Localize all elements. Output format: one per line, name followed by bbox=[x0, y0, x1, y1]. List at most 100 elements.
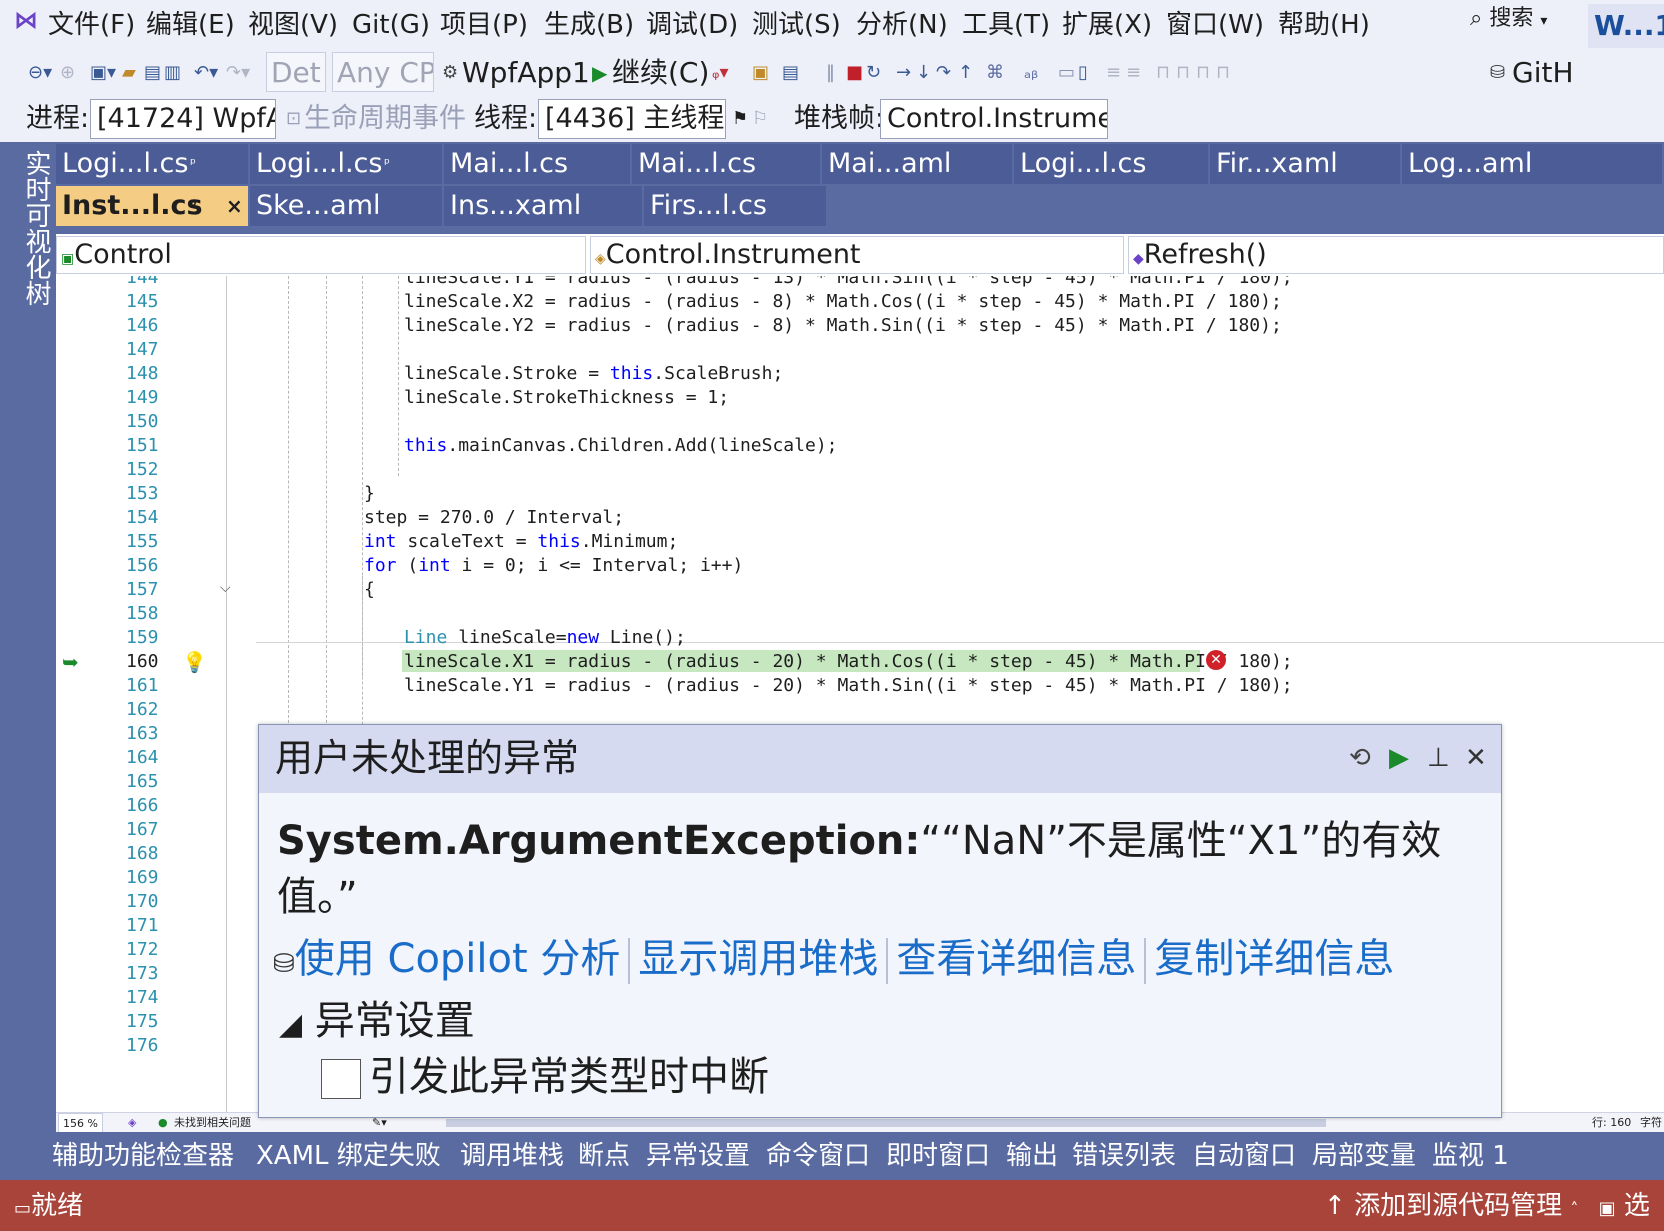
step-over-icon[interactable]: ↷ bbox=[936, 60, 951, 86]
pin-icon[interactable]: ᵖ bbox=[190, 144, 196, 184]
clear-bookmark-icon[interactable]: ⊓ bbox=[1216, 60, 1230, 86]
tab-inst-active[interactable]: Inst...l.cs ᵖ × bbox=[56, 186, 250, 226]
exceptions-icon[interactable]: ⌘ bbox=[986, 60, 1004, 86]
format-selection-icon[interactable]: ▯ bbox=[1078, 60, 1088, 86]
search-box[interactable]: ⌕ 搜索 ▾ bbox=[1470, 4, 1547, 36]
analyze-with-copilot-link[interactable]: 使用 Copilot 分析 bbox=[295, 936, 621, 982]
next-bookmark-icon[interactable]: ⊓ bbox=[1196, 60, 1210, 86]
error-icon[interactable]: ✕ bbox=[1206, 650, 1226, 670]
pin-icon[interactable]: ⊥ bbox=[1427, 743, 1450, 773]
tab-xaml-binding-failures[interactable]: XAML 绑定失败 bbox=[256, 1138, 441, 1174]
menu-build[interactable]: 生成(B) bbox=[544, 8, 634, 42]
lightbulb-icon[interactable]: 💡 bbox=[182, 650, 207, 674]
tab-mai-2[interactable]: Mai...l.cs bbox=[632, 144, 822, 184]
vs-logo-icon[interactable]: ⋈ bbox=[14, 6, 42, 34]
new-project-icon[interactable]: ▣▾ bbox=[90, 60, 116, 86]
tab-firs-cs[interactable]: Firs...l.cs bbox=[644, 186, 828, 226]
github-copilot-button[interactable]: GitH bbox=[1512, 54, 1574, 92]
browser-link-icon[interactable]: ▣ bbox=[752, 60, 769, 86]
step-into-icon[interactable]: ↓ bbox=[916, 60, 931, 86]
type-combo[interactable]: ◈Control.Instrument bbox=[590, 236, 1124, 274]
continue-play-icon[interactable]: ▶ bbox=[592, 60, 607, 86]
tab-exception-settings[interactable]: 异常设置 bbox=[646, 1138, 750, 1174]
pause-icon[interactable]: ‖ bbox=[826, 60, 835, 86]
view-details-link[interactable]: 查看详细信息 bbox=[896, 936, 1136, 982]
tab-output[interactable]: 输出 bbox=[1006, 1138, 1058, 1174]
navigate-back-icon[interactable]: ⊖▾ bbox=[28, 60, 52, 86]
show-next-statement-icon[interactable]: → bbox=[896, 60, 911, 86]
project-scope-combo[interactable]: ▣Control bbox=[56, 236, 586, 274]
thread-combo[interactable]: [4436] 主线程 bbox=[538, 99, 726, 139]
configuration-combo[interactable]: Det bbox=[266, 52, 326, 92]
hot-reload-icon[interactable]: ᵩ▾ bbox=[712, 60, 729, 86]
continue-button[interactable]: 继续(C) bbox=[612, 54, 709, 92]
tab-logi-1[interactable]: Logi...l.cs ᵖ bbox=[56, 144, 250, 184]
pin-icon[interactable]: ᵖ bbox=[384, 144, 390, 184]
restart-icon[interactable]: ↻ bbox=[866, 60, 881, 86]
horizontal-scrollbar[interactable] bbox=[446, 1119, 1326, 1127]
live-visual-tree-tab[interactable]: 实时可视化树 bbox=[8, 150, 51, 306]
comment-icon[interactable]: ≡ bbox=[1106, 60, 1121, 86]
tab-locals[interactable]: 局部变量 bbox=[1312, 1138, 1416, 1174]
prev-bookmark-icon[interactable]: ⊓ bbox=[1176, 60, 1190, 86]
uncomment-icon[interactable]: ≡ bbox=[1126, 60, 1141, 86]
menu-debug[interactable]: 调试(D) bbox=[646, 8, 738, 42]
tab-command-window[interactable]: 命令窗口 bbox=[766, 1138, 870, 1174]
show-call-stack-link[interactable]: 显示调用堆栈 bbox=[638, 936, 878, 982]
tab-ske-xaml[interactable]: Ske...aml bbox=[250, 186, 444, 226]
tab-accessibility-checker[interactable]: 辅助功能检查器 bbox=[52, 1138, 234, 1174]
tab-call-stack[interactable]: 调用堆栈 bbox=[460, 1138, 564, 1174]
member-combo[interactable]: ◆Refresh() bbox=[1128, 236, 1664, 274]
menu-edit[interactable]: 编辑(E) bbox=[146, 8, 235, 42]
save-icon[interactable]: ▤ bbox=[144, 60, 161, 86]
format-icon[interactable]: ▭ bbox=[1058, 60, 1075, 86]
lifecycle-events[interactable]: 生命周期事件 bbox=[304, 100, 466, 138]
tab-logi-3[interactable]: Logi...l.cs bbox=[1014, 144, 1210, 184]
menu-project[interactable]: 项目(P) bbox=[440, 8, 528, 42]
bookmark-icon[interactable]: ⊓ bbox=[1156, 60, 1170, 86]
menu-tools[interactable]: 工具(T) bbox=[962, 8, 1050, 42]
menu-view[interactable]: 视图(V) bbox=[248, 8, 338, 42]
tab-breakpoints[interactable]: 断点 bbox=[578, 1138, 630, 1174]
thread-icon[interactable]: ₐᵦ bbox=[1024, 60, 1038, 86]
menu-analyze[interactable]: 分析(N) bbox=[856, 8, 948, 42]
tab-mai-1[interactable]: Mai...l.cs bbox=[444, 144, 632, 184]
flag-icon[interactable]: ⚑ bbox=[732, 100, 748, 138]
copy-details-link[interactable]: 复制详细信息 bbox=[1154, 936, 1394, 982]
close-icon[interactable]: ✕ bbox=[1465, 743, 1487, 773]
menu-file[interactable]: 文件(F) bbox=[48, 8, 135, 42]
issues-status[interactable]: 未找到相关问题 bbox=[174, 1113, 251, 1133]
select-repository-button[interactable]: 选 bbox=[1624, 1191, 1650, 1221]
menu-test[interactable]: 测试(S) bbox=[752, 8, 841, 42]
tab-watch-1[interactable]: 监视 1 bbox=[1432, 1138, 1509, 1174]
tab-mai-xaml[interactable]: Mai...aml bbox=[822, 144, 1014, 184]
menu-help[interactable]: 帮助(H) bbox=[1278, 8, 1370, 42]
open-folder-icon[interactable]: ▰ bbox=[122, 60, 136, 86]
tab-ins-xaml[interactable]: Ins...xaml bbox=[444, 186, 644, 226]
process-combo[interactable]: [41724] WpfA bbox=[90, 99, 276, 139]
tab-autos[interactable]: 自动窗口 bbox=[1192, 1138, 1296, 1174]
navigate-forward-icon[interactable]: ⊕ bbox=[60, 60, 75, 86]
undo-icon[interactable]: ↶▾ bbox=[194, 60, 218, 86]
exception-settings-header[interactable]: ◢ 异常设置 bbox=[279, 993, 475, 1053]
stackframe-combo[interactable]: Control.Instrume bbox=[880, 99, 1108, 139]
close-icon[interactable]: × bbox=[226, 186, 243, 226]
diagnostic-tools-icon[interactable]: ▤ bbox=[782, 60, 799, 86]
triangle-collapse-icon[interactable]: ◢ bbox=[279, 1007, 302, 1042]
save-all-icon[interactable]: ▥ bbox=[164, 60, 181, 86]
flag-threads-icon[interactable]: ⚐ bbox=[752, 100, 768, 138]
tab-immediate-window[interactable]: 即时窗口 bbox=[886, 1138, 990, 1174]
redo-icon[interactable]: ↷▾ bbox=[226, 60, 250, 86]
startup-project[interactable]: WpfApp1 bbox=[462, 54, 590, 92]
tab-error-list[interactable]: 错误列表 bbox=[1072, 1138, 1176, 1174]
add-to-source-control-button[interactable]: 添加到源代码管理 bbox=[1354, 1191, 1562, 1221]
tab-fir-xaml[interactable]: Fir...xaml bbox=[1210, 144, 1402, 184]
tab-log-xaml[interactable]: Log...aml bbox=[1402, 144, 1664, 184]
platform-combo[interactable]: Any CP bbox=[332, 52, 434, 92]
stop-icon[interactable]: ■ bbox=[846, 60, 863, 86]
continue-play-icon[interactable]: ▶ bbox=[1389, 743, 1409, 773]
break-on-exception-checkbox[interactable] bbox=[321, 1059, 361, 1099]
menu-extensions[interactable]: 扩展(X) bbox=[1062, 8, 1152, 42]
pin-icon[interactable]: ᵖ bbox=[190, 186, 197, 226]
tab-logi-2[interactable]: Logi...l.cs ᵖ bbox=[250, 144, 444, 184]
